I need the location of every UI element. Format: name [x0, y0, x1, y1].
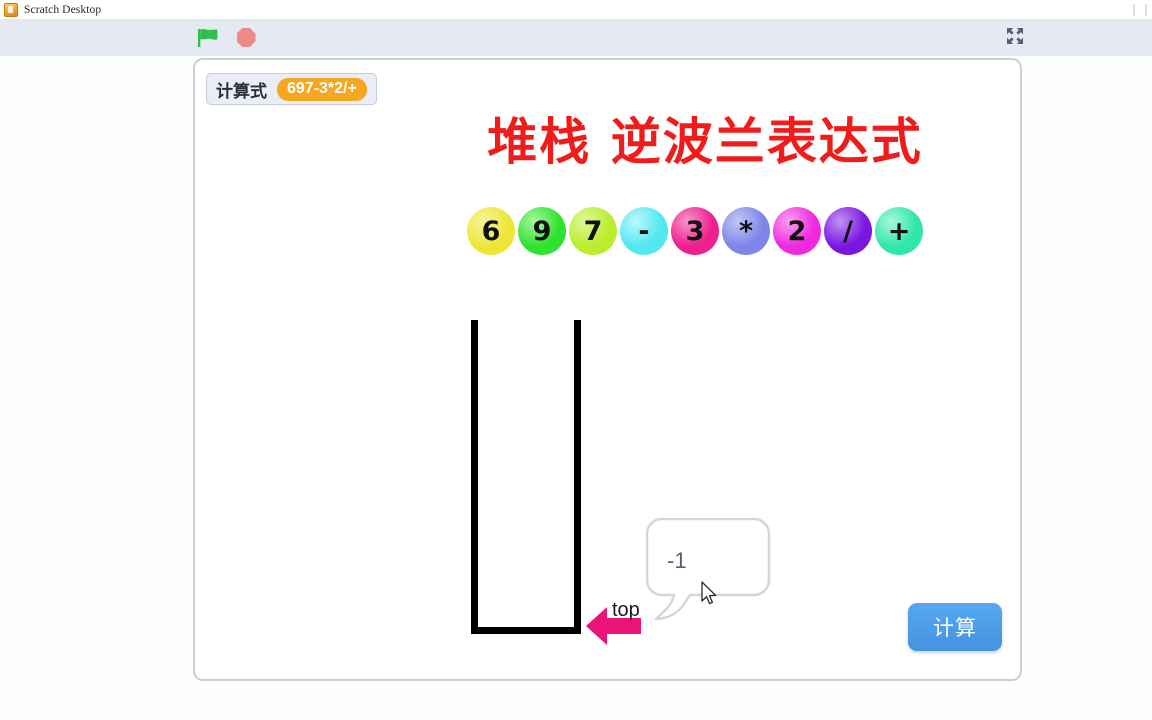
variable-monitor-label: 计算式: [216, 81, 267, 101]
variable-monitor-value: 697-3*2/+: [277, 77, 367, 101]
green-flag-icon: [197, 28, 219, 48]
window-titlebar: Scratch Desktop: [0, 0, 1152, 20]
token-ball-label: -: [638, 215, 650, 247]
scratch-toolbar: [0, 19, 1152, 56]
token-ball: +: [875, 207, 923, 255]
token-ball-label: 3: [685, 215, 705, 247]
stop-sign-icon: [236, 28, 256, 47]
green-flag-button[interactable]: [196, 26, 220, 50]
scratch-app-icon: [4, 2, 18, 17]
stack-container: [471, 320, 581, 634]
token-ball-row: 6 9 7 - 3 * 2 / +: [467, 207, 926, 255]
token-ball-label: 7: [583, 215, 603, 247]
calculate-button[interactable]: 计算: [908, 603, 1002, 651]
toolbar-controls: [196, 19, 258, 56]
speech-bubble: -1: [645, 517, 776, 628]
token-ball-label: 6: [481, 215, 501, 247]
speech-bubble-text: -1: [667, 548, 687, 573]
token-ball: 3: [671, 207, 719, 255]
calculate-button-label: 计算: [933, 617, 977, 640]
exit-fullscreen-button[interactable]: [1002, 25, 1028, 51]
token-ball: 2: [773, 207, 821, 255]
token-ball-label: *: [738, 215, 754, 247]
token-ball-label: +: [887, 215, 911, 247]
variable-monitor[interactable]: 计算式 697-3*2/+: [206, 73, 377, 105]
exit-fullscreen-icon: [1006, 27, 1024, 50]
window-title: Scratch Desktop: [24, 3, 102, 16]
token-ball: -: [620, 207, 668, 255]
stage-title: 堆栈 逆波兰表达式: [487, 113, 923, 171]
scratch-stage[interactable]: 计算式 697-3*2/+ 堆栈 逆波兰表达式 6 9 7 - 3 * 2 / + top -1…: [193, 58, 1022, 681]
token-ball: /: [824, 207, 872, 255]
stop-button[interactable]: [234, 26, 258, 50]
token-ball-label: 9: [532, 215, 552, 247]
window-controls[interactable]: [1104, 0, 1150, 19]
minimize-icon[interactable]: [1133, 3, 1147, 16]
token-ball-label: 2: [787, 215, 807, 247]
token-ball: 9: [518, 207, 566, 255]
stack-top-label: top: [612, 599, 640, 621]
token-ball: 7: [569, 207, 617, 255]
token-ball-label: /: [843, 215, 853, 247]
token-ball: *: [722, 207, 770, 255]
app-root: Scratch Desktop 计算式 697-3*2/+ 堆栈 逆波兰表达式 …: [0, 0, 1152, 720]
token-ball: 6: [467, 207, 515, 255]
